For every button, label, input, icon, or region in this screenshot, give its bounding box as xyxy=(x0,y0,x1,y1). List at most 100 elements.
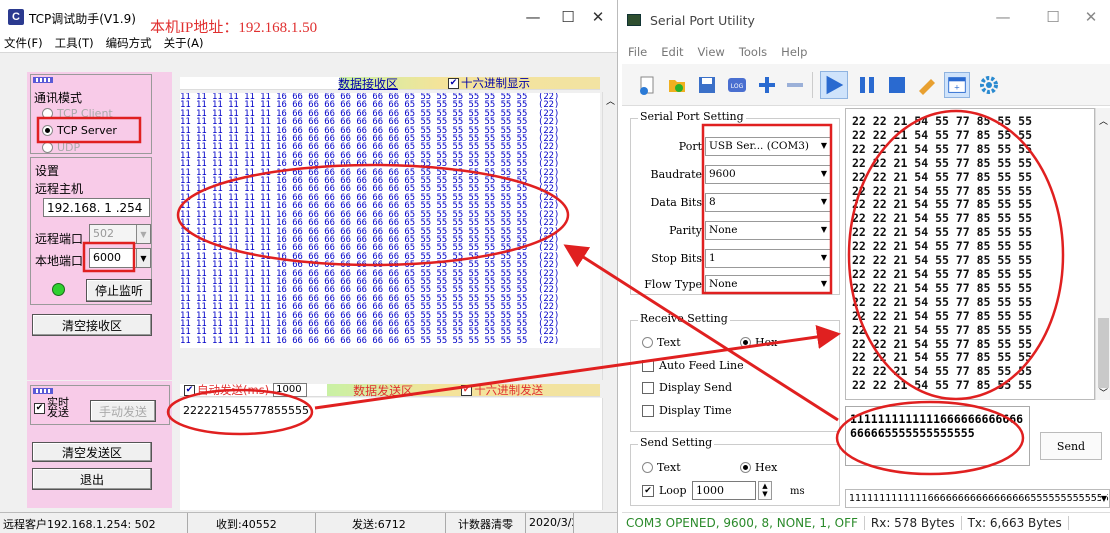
tcp-debug-window: C TCP调试助手(V1.9) 本机IP地址：192.168.1.50 — ☐ … xyxy=(0,0,618,533)
check-icon: ✔ xyxy=(34,402,45,414)
send-hex-radio[interactable]: Hex xyxy=(740,461,777,474)
port-select[interactable]: USB Ser... (COM3) ▼ xyxy=(705,137,831,156)
parity-select[interactable]: None ▼ xyxy=(705,221,831,240)
spu-recv-row: 22 22 21 54 55 77 85 55 55 xyxy=(852,225,1033,240)
flowtype-label: Flow Type xyxy=(644,278,702,291)
send-data-area[interactable]: 222221545577855555 xyxy=(180,398,602,510)
spu-recv-row: 22 22 21 54 55 77 85 55 55 xyxy=(852,336,1033,351)
settings-icon[interactable] xyxy=(978,74,1000,96)
clear-icon[interactable] xyxy=(916,74,938,96)
new-icon[interactable] xyxy=(636,74,658,96)
status-port: COM3 OPENED, 9600, 8, NONE, 1, OFF xyxy=(622,516,865,530)
stopbits-select[interactable]: 1 ▼ xyxy=(705,249,831,268)
menu-encoding[interactable]: 编码方式 xyxy=(106,35,152,51)
scroll-thumb[interactable] xyxy=(1098,318,1109,388)
local-port-label: 本地端口 xyxy=(35,254,84,268)
group-grip xyxy=(33,388,53,394)
clear-recv-button[interactable]: 清空接收区 xyxy=(32,314,152,336)
menu-file[interactable]: File xyxy=(628,45,647,59)
loop-interval-spinner[interactable]: ▲ ▼ xyxy=(758,481,772,500)
spu-recv-area[interactable]: 22 22 21 54 55 77 85 55 55 22 22 21 54 55… xyxy=(845,108,1095,400)
send-scrollbar[interactable] xyxy=(602,398,617,510)
tcp-client-radio[interactable]: TCP Client xyxy=(42,107,113,120)
spu-status-bar: COM3 OPENED, 9600, 8, NONE, 1, OFF Rx: 5… xyxy=(622,512,1110,533)
recv-data-area[interactable]: 11 11 11 11 11 11 16 66 66 66 66 66 66 6… xyxy=(180,93,600,348)
log-icon[interactable]: LOG xyxy=(726,74,748,96)
ms-unit-label: ms xyxy=(790,486,805,497)
loop-checkbox[interactable]: ✔ Loop xyxy=(642,484,687,497)
spu-app-icon xyxy=(627,14,641,26)
spu-send-area[interactable]: 1111111111111666666666666666665555555555… xyxy=(845,406,1030,466)
loop-interval-input[interactable]: 1000 xyxy=(692,481,756,500)
display-send-checkbox[interactable]: Display Send xyxy=(642,381,732,394)
status-remote-client: 远程客户192.168.1.254: 502 xyxy=(0,513,188,533)
spu-recv-scrollbar[interactable]: ︿ ﹀ xyxy=(1095,108,1110,400)
menu-file[interactable]: 文件(F) xyxy=(4,35,43,51)
realtime-send-checkbox[interactable]: ✔ 实时 发送 xyxy=(34,397,69,418)
hex-display-checkbox[interactable]: ✔ 十六进制显示 xyxy=(448,75,530,91)
recv-text-radio[interactable]: Text xyxy=(642,336,681,349)
tcp-menu-bar: 文件(F) 工具(T) 编码方式 关于(A) xyxy=(0,33,617,53)
chevron-up-icon: ︿ xyxy=(606,97,616,107)
recv-area-title: 数据接收区 xyxy=(338,76,399,91)
display-time-checkbox[interactable]: Display Time xyxy=(642,404,732,417)
exit-button[interactable]: 退出 xyxy=(32,468,152,490)
group-grip xyxy=(33,77,53,83)
spu-menu-bar: File Edit View Tools Help xyxy=(622,42,1110,62)
flowtype-select[interactable]: None ▼ xyxy=(705,275,831,294)
recv-scrollbar[interactable]: ︿ xyxy=(602,92,617,380)
toolbar-separator xyxy=(812,72,813,98)
send-text-radio[interactable]: Text xyxy=(642,461,681,474)
stopbits-label: Stop Bits xyxy=(651,252,702,265)
status-date: 2020/3/2 xyxy=(526,513,574,533)
stop-listen-button[interactable]: 停止监听 xyxy=(86,279,152,302)
spu-recv-row: 22 22 21 54 55 77 85 55 55 xyxy=(852,280,1033,295)
tcp-close-button[interactable]: ✕ xyxy=(575,0,617,33)
send-history-combo[interactable]: 1111111111111666666666666666665555555555… xyxy=(845,489,1110,508)
spu-close-button[interactable]: ✕ xyxy=(1068,0,1110,33)
tcp-app-icon: C xyxy=(8,9,24,25)
chevron-down-icon: ▼ xyxy=(136,225,150,243)
chevron-down-icon: ▼ xyxy=(820,197,827,206)
reset-counter-button[interactable]: 计数器清零 xyxy=(446,513,526,533)
port-label: Port xyxy=(678,140,702,153)
udp-radio[interactable]: UDP xyxy=(42,141,80,154)
hex-send-checkbox[interactable]: ✔ 十六进制发送 xyxy=(461,382,543,398)
plus-icon[interactable] xyxy=(756,74,778,96)
menu-about[interactable]: 关于(A) xyxy=(164,35,204,51)
pause-icon[interactable] xyxy=(856,74,878,96)
chevron-down-icon: ▼ xyxy=(820,141,827,150)
databits-select[interactable]: 8 ▼ xyxy=(705,193,831,212)
menu-tools[interactable]: 工具(T) xyxy=(55,35,94,51)
clear-send-button[interactable]: 清空发送区 xyxy=(32,442,152,462)
menu-help[interactable]: Help xyxy=(781,45,807,59)
spu-recv-text: 22 22 21 54 55 77 85 55 55 22 22 21 54 55… xyxy=(852,114,1033,393)
tcp-status-bar: 远程客户192.168.1.254: 502 收到:40552 发送:6712 … xyxy=(0,512,617,533)
baudrate-select[interactable]: 9600 ▼ xyxy=(705,165,831,184)
minus-icon[interactable] xyxy=(784,74,806,96)
local-port-input[interactable]: 6000 ▼ xyxy=(89,248,151,268)
recv-hex-radio[interactable]: Hex xyxy=(740,336,777,349)
save-icon[interactable] xyxy=(696,74,718,96)
chevron-up-icon: ︿ xyxy=(1099,117,1109,127)
manual-send-button[interactable]: 手动发送 xyxy=(90,400,156,422)
serial-port-setting-label: Serial Port Setting xyxy=(638,110,746,123)
auto-feed-line-checkbox[interactable]: Auto Feed Line xyxy=(642,359,744,372)
menu-edit[interactable]: Edit xyxy=(661,45,683,59)
menu-view[interactable]: View xyxy=(698,45,725,59)
remote-port-input[interactable]: 502 ▼ xyxy=(89,224,151,244)
stop-icon[interactable] xyxy=(886,74,908,96)
window-icon[interactable]: + xyxy=(944,72,970,98)
remote-host-input[interactable]: 192.168. 1 .254 xyxy=(43,198,150,217)
play-icon[interactable] xyxy=(820,71,848,99)
spu-recv-row: 22 22 21 54 55 77 85 55 55 xyxy=(852,350,1033,365)
spu-minimize-button[interactable]: — xyxy=(980,0,1026,33)
spu-send-button[interactable]: Send xyxy=(1040,432,1102,460)
tcp-server-radio[interactable]: TCP Server xyxy=(42,124,117,137)
menu-tools[interactable]: Tools xyxy=(739,45,767,59)
spu-recv-row: 22 22 21 54 55 77 85 55 55 xyxy=(852,211,1033,226)
spu-recv-row: 22 22 21 54 55 77 85 55 55 xyxy=(852,253,1033,268)
open-icon[interactable] xyxy=(666,74,688,96)
auto-send-interval[interactable]: 1000 xyxy=(273,383,308,397)
auto-send-checkbox[interactable]: ✔ 自动发送(ms) xyxy=(184,382,269,398)
